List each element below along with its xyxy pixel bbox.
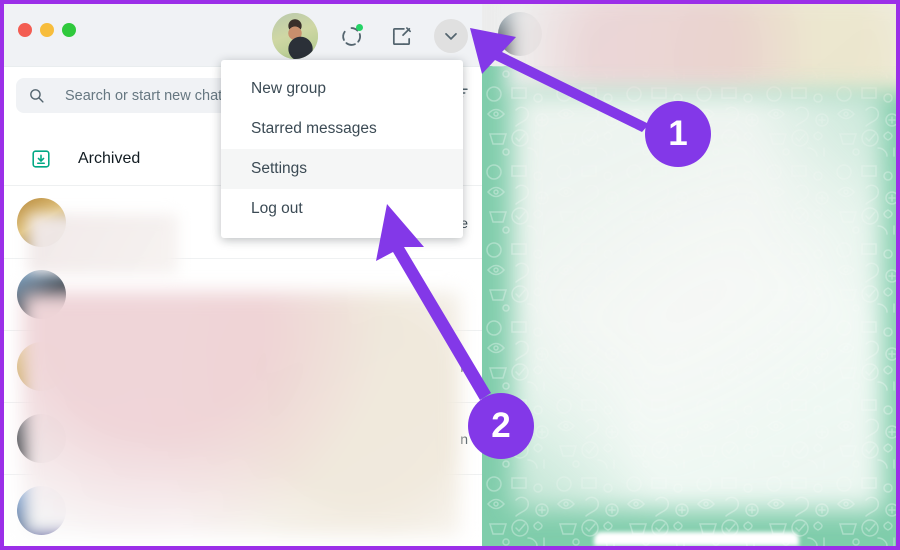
- archived-label: Archived: [78, 149, 141, 167]
- redaction-blur-conversation-header: [506, 4, 896, 92]
- minimize-window-button[interactable]: [40, 23, 54, 37]
- message-input-bar[interactable]: [594, 532, 799, 546]
- chevron-down-icon: [445, 33, 457, 40]
- redaction-blur-contact-name: [28, 214, 178, 274]
- profile-avatar[interactable]: [272, 13, 318, 59]
- sidebar-header: [4, 4, 482, 67]
- chat-conversation-panel: [482, 4, 896, 546]
- menu-item-label: Starred messages: [251, 120, 377, 137]
- sidebar-menu-button[interactable]: [434, 19, 468, 53]
- search-placeholder: Search or start new chat: [65, 87, 223, 104]
- compose-new-chat-icon: [392, 26, 411, 45]
- redaction-blur-conversation-body: [512, 90, 884, 510]
- menu-item-label: Settings: [251, 160, 308, 177]
- menu-item-label: New group: [251, 80, 326, 97]
- search-icon: [30, 89, 44, 103]
- redaction-blur-chat-list: [22, 292, 460, 536]
- archive-box-icon: [32, 149, 50, 168]
- status-button[interactable]: [334, 19, 368, 53]
- maximize-window-button[interactable]: [62, 23, 76, 37]
- new-chat-button[interactable]: [384, 19, 418, 53]
- traffic-lights: [18, 23, 76, 37]
- app-window: Search or start new chat Archived n n Ne…: [0, 0, 900, 550]
- status-online-dot: [356, 24, 363, 31]
- menu-item-settings[interactable]: Settings: [221, 149, 463, 189]
- menu-item-log-out[interactable]: Log out: [221, 189, 463, 229]
- avatar-photo: [272, 13, 318, 59]
- menu-item-starred-messages[interactable]: Starred messages: [221, 109, 463, 149]
- window-inner: Search or start new chat Archived n n Ne…: [4, 4, 896, 546]
- menu-item-new-group[interactable]: New group: [221, 69, 463, 109]
- sidebar-header-actions: [272, 12, 468, 60]
- sidebar-dropdown-menu[interactable]: New group Starred messages Settings Log …: [221, 60, 463, 238]
- close-window-button[interactable]: [18, 23, 32, 37]
- menu-item-label: Log out: [251, 200, 303, 217]
